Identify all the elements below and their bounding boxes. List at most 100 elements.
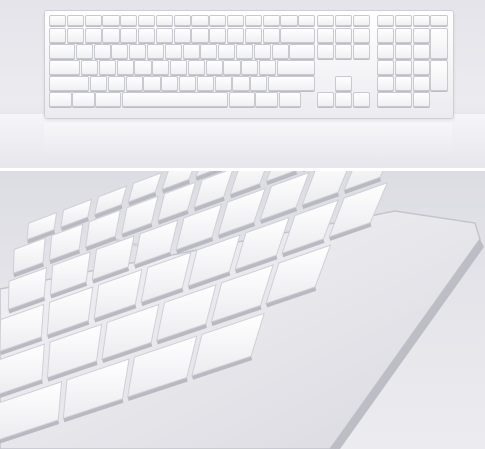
keyboard-key <box>271 44 289 59</box>
keyboard-key <box>317 15 335 26</box>
keyboard-key <box>98 60 117 75</box>
keyboard-key <box>412 44 430 59</box>
keyboard-key <box>430 28 448 59</box>
keyboard-key <box>244 15 262 26</box>
keyboard-key <box>223 60 241 75</box>
keyboard-key <box>227 15 245 26</box>
keyboard-key <box>134 60 152 75</box>
keyboard-key <box>146 44 165 59</box>
keyboard-angled-view <box>0 171 484 449</box>
keyboard-key <box>95 92 122 107</box>
keyboard-key <box>121 92 229 107</box>
keyboard-key <box>173 15 191 26</box>
keyboard-key <box>89 76 108 91</box>
keyboard-key <box>377 28 395 43</box>
keyboard-key <box>218 44 236 59</box>
keyboard-key <box>125 76 143 91</box>
keyboard-key <box>317 44 335 59</box>
keyboard-key <box>155 28 173 43</box>
keyboard-key <box>120 15 138 26</box>
keyboard-key <box>352 92 370 107</box>
keyboard-key <box>84 28 102 43</box>
keyboard-key <box>81 60 99 75</box>
keyboard-key <box>209 15 227 26</box>
keyboard-key <box>241 60 259 75</box>
keyboard-key <box>49 28 67 43</box>
keyboard-key <box>280 15 298 26</box>
keyboard-front-view <box>44 10 454 119</box>
keyboard-key <box>235 44 254 59</box>
keyboard-key <box>334 28 352 43</box>
keyboard-key <box>262 28 280 43</box>
keyboard-angled-photo <box>0 171 485 449</box>
keyboard-key <box>232 76 250 91</box>
keyboard-key <box>377 76 395 91</box>
keyboard-key <box>412 15 430 26</box>
keyboard-key <box>352 44 370 59</box>
keyboard-key <box>276 60 316 75</box>
keyboard-key <box>352 15 370 26</box>
keyboard-key <box>129 44 147 59</box>
keyboard-key <box>152 60 170 75</box>
keyboard-key <box>170 60 188 75</box>
keyboard-key <box>377 44 395 59</box>
keyboard-key <box>138 15 156 26</box>
keyboard-key <box>377 92 412 107</box>
keyboard-key <box>102 15 120 26</box>
keyboard-key <box>255 92 278 107</box>
keyboard-key <box>262 15 280 26</box>
keyboard-key <box>143 76 161 91</box>
keyboard-key <box>394 60 412 75</box>
keyboard-key <box>394 28 412 43</box>
keyboard-key <box>289 44 316 59</box>
keyboard-key <box>334 92 352 107</box>
keyboard-key <box>155 15 173 26</box>
keyboard-key <box>66 15 84 26</box>
keyboard-key <box>412 28 430 43</box>
keyboard-key <box>394 44 412 59</box>
keyboard-key <box>205 60 223 75</box>
keyboard-key <box>200 44 218 59</box>
keyboard-key <box>352 28 370 43</box>
keyboard-key <box>84 15 102 26</box>
keyboard-key <box>161 76 179 91</box>
keyboard-key <box>412 76 430 91</box>
keyboard-key <box>253 44 271 59</box>
keyboard-key <box>72 92 95 107</box>
keyboard-key <box>164 44 182 59</box>
keyboard-key <box>49 92 72 107</box>
keyboard-key <box>430 15 448 26</box>
keyboard-key <box>298 15 316 26</box>
keyboard-key <box>49 15 67 26</box>
keyboard-key <box>412 60 430 75</box>
keyboard-key <box>228 92 255 107</box>
keyboard-key <box>116 60 134 75</box>
keyboard-key <box>317 92 335 107</box>
keyboard-key <box>227 28 245 43</box>
keyboard-front-photo <box>0 0 485 168</box>
keyboard-key <box>394 15 412 26</box>
keyboard-key <box>377 60 395 75</box>
keyboard-key <box>93 44 111 59</box>
keyboard-key <box>334 76 352 91</box>
keyboard-key <box>250 76 268 91</box>
keyboard-key <box>244 28 262 43</box>
keyboard-key <box>334 44 352 59</box>
keyboard-key <box>107 76 125 91</box>
keyboard-key <box>209 28 227 43</box>
keyboard-key <box>49 60 81 75</box>
keyboard-key <box>214 76 232 91</box>
keyboard-key <box>191 28 209 43</box>
keyboard-key <box>187 60 206 75</box>
keyboard-key <box>173 28 191 43</box>
keyboard-key <box>430 60 448 91</box>
keyboard-key <box>377 15 395 26</box>
keyboard-reflection <box>44 117 452 159</box>
keyboard-key <box>182 44 200 59</box>
keyboard-key <box>343 171 384 191</box>
keyboard-key <box>12 237 46 274</box>
keyboard-key <box>178 76 197 91</box>
keyboard-key <box>102 28 120 43</box>
keyboard-key <box>259 60 277 75</box>
keyboard-key <box>334 15 352 26</box>
